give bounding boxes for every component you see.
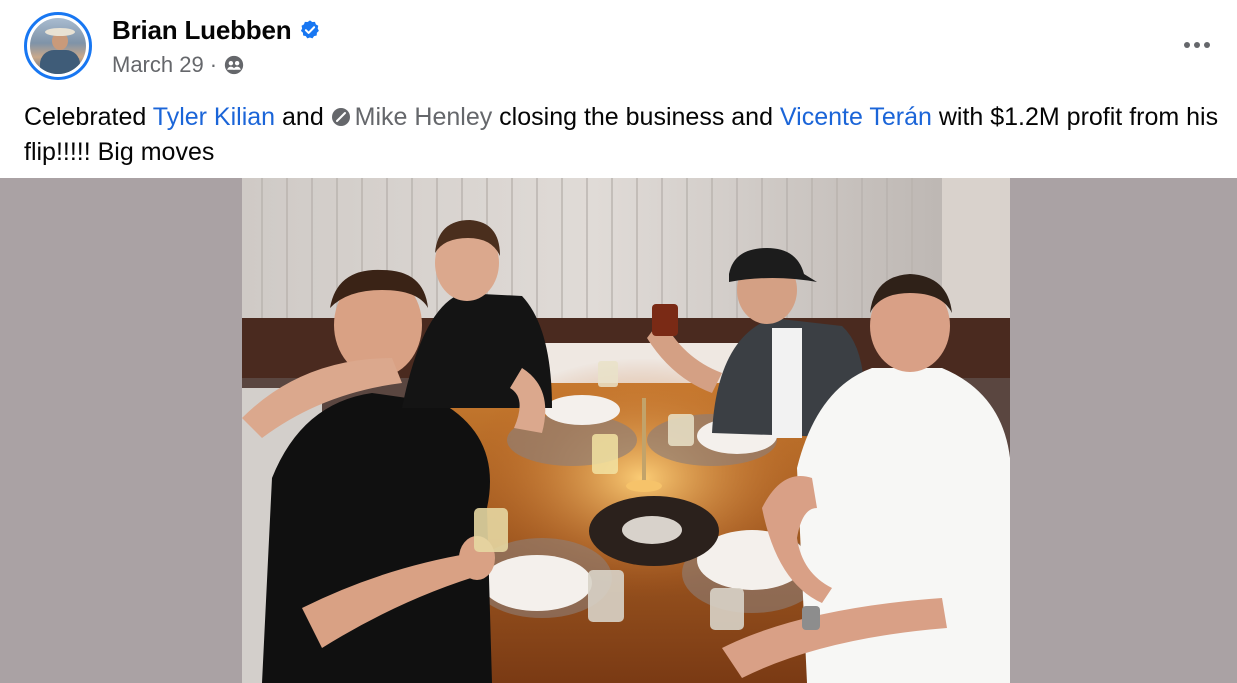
caption-text: closing the business and <box>492 103 780 131</box>
caption-text: Celebrated <box>24 103 153 131</box>
post-header: Brian Luebben March 29 · <box>0 0 1237 90</box>
meta-separator: · <box>209 52 218 77</box>
friends-icon[interactable] <box>223 54 245 76</box>
author-avatar[interactable] <box>24 12 92 80</box>
verified-badge-icon <box>301 20 320 39</box>
author-name[interactable]: Brian Luebben <box>112 15 292 46</box>
post-photo[interactable] <box>242 178 1010 683</box>
more-options-icon[interactable] <box>1177 30 1217 60</box>
tag-tyler-kilian[interactable]: Tyler Kilian <box>153 103 275 131</box>
post-meta: March 29 · <box>112 52 245 78</box>
avatar-image <box>30 18 86 74</box>
tag-mike-henley[interactable]: Mike Henley <box>355 103 493 131</box>
author-name-row: Brian Luebben <box>112 14 321 46</box>
caption-text: and <box>275 103 331 131</box>
tag-vicente-teran[interactable]: Vicente Terán <box>780 103 932 131</box>
post-caption: Celebrated Tyler Kilian and Mike Henley … <box>24 100 1224 170</box>
deactivated-profile-icon <box>331 108 350 126</box>
post-media[interactable] <box>0 178 1237 683</box>
post-date[interactable]: March 29 <box>112 52 204 78</box>
